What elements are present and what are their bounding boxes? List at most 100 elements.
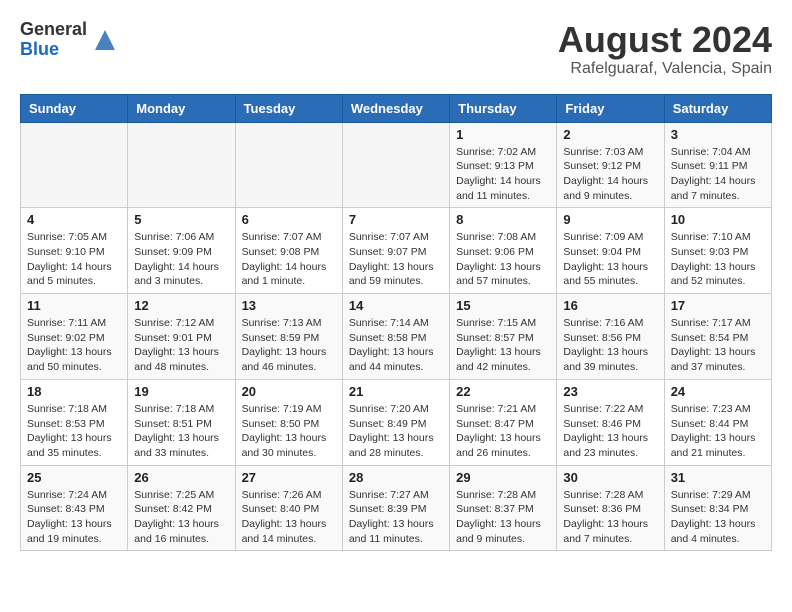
day-number: 8 [456, 212, 550, 227]
day-info: Sunrise: 7:15 AM Sunset: 8:57 PM Dayligh… [456, 316, 550, 375]
day-number: 3 [671, 127, 765, 142]
day-info: Sunrise: 7:26 AM Sunset: 8:40 PM Dayligh… [242, 488, 336, 547]
column-header-friday: Friday [557, 94, 664, 122]
calendar-header-row: SundayMondayTuesdayWednesdayThursdayFrid… [21, 94, 772, 122]
calendar-cell: 15 Sunrise: 7:15 AM Sunset: 8:57 PM Dayli… [450, 294, 557, 380]
calendar-week-row: 1 Sunrise: 7:02 AM Sunset: 9:13 PM Daylig… [21, 122, 772, 208]
calendar-cell: 22 Sunrise: 7:21 AM Sunset: 8:47 PM Dayli… [450, 379, 557, 465]
day-info: Sunrise: 7:09 AM Sunset: 9:04 PM Dayligh… [563, 230, 657, 289]
day-number: 1 [456, 127, 550, 142]
day-info: Sunrise: 7:18 AM Sunset: 8:53 PM Dayligh… [27, 402, 121, 461]
day-number: 11 [27, 298, 121, 313]
calendar-cell: 21Sunrise: 7:20 AM Sunset: 8:49 PM Dayli… [342, 379, 449, 465]
day-number: 12 [134, 298, 228, 313]
day-number: 5 [134, 212, 228, 227]
column-header-saturday: Saturday [664, 94, 771, 122]
day-number: 26 [134, 470, 228, 485]
day-number: 14 [349, 298, 443, 313]
day-number: 23 [563, 384, 657, 399]
calendar-cell: 7Sunrise: 7:07 AM Sunset: 9:07 PM Daylig… [342, 208, 449, 294]
calendar-cell: 9Sunrise: 7:09 AM Sunset: 9:04 PM Daylig… [557, 208, 664, 294]
day-number: 29 [456, 470, 550, 485]
day-number: 4 [27, 212, 121, 227]
day-info: Sunrise: 7:24 AM Sunset: 8:43 PM Dayligh… [27, 488, 121, 547]
month-year-title: August 2024 [558, 20, 772, 60]
day-info: Sunrise: 7:07 AM Sunset: 9:08 PM Dayligh… [242, 230, 336, 289]
calendar-cell: 23 Sunrise: 7:22 AM Sunset: 8:46 PM Dayli… [557, 379, 664, 465]
column-header-sunday: Sunday [21, 94, 128, 122]
day-number: 10 [671, 212, 765, 227]
column-header-wednesday: Wednesday [342, 94, 449, 122]
calendar-cell: 4 Sunrise: 7:05 AM Sunset: 9:10 PM Daylig… [21, 208, 128, 294]
calendar-table: SundayMondayTuesdayWednesdayThursdayFrid… [20, 94, 772, 552]
calendar-cell: 11 Sunrise: 7:11 AM Sunset: 9:02 PM Dayli… [21, 294, 128, 380]
day-info: Sunrise: 7:14 AM Sunset: 8:58 PM Dayligh… [349, 316, 443, 375]
calendar-cell: 30 Sunrise: 7:28 AM Sunset: 8:36 PM Dayli… [557, 465, 664, 551]
day-info: Sunrise: 7:22 AM Sunset: 8:46 PM Dayligh… [563, 402, 657, 461]
day-info: Sunrise: 7:07 AM Sunset: 9:07 PM Dayligh… [349, 230, 443, 289]
calendar-cell: 12 Sunrise: 7:12 AM Sunset: 9:01 PM Dayli… [128, 294, 235, 380]
calendar-cell: 13Sunrise: 7:13 AM Sunset: 8:59 PM Dayli… [235, 294, 342, 380]
day-info: Sunrise: 7:11 AM Sunset: 9:02 PM Dayligh… [27, 316, 121, 375]
day-info: Sunrise: 7:28 AM Sunset: 8:37 PM Dayligh… [456, 488, 550, 547]
calendar-cell [342, 122, 449, 208]
day-info: Sunrise: 7:17 AM Sunset: 8:54 PM Dayligh… [671, 316, 765, 375]
day-number: 20 [242, 384, 336, 399]
calendar-cell: 18Sunrise: 7:18 AM Sunset: 8:53 PM Dayli… [21, 379, 128, 465]
calendar-cell: 26 Sunrise: 7:25 AM Sunset: 8:42 PM Dayli… [128, 465, 235, 551]
calendar-cell: 28Sunrise: 7:27 AM Sunset: 8:39 PM Dayli… [342, 465, 449, 551]
calendar-cell: 14 Sunrise: 7:14 AM Sunset: 8:58 PM Dayli… [342, 294, 449, 380]
calendar-cell: 27 Sunrise: 7:26 AM Sunset: 8:40 PM Dayli… [235, 465, 342, 551]
column-header-monday: Monday [128, 94, 235, 122]
calendar-cell: 25Sunrise: 7:24 AM Sunset: 8:43 PM Dayli… [21, 465, 128, 551]
day-number: 22 [456, 384, 550, 399]
day-info: Sunrise: 7:25 AM Sunset: 8:42 PM Dayligh… [134, 488, 228, 547]
day-info: Sunrise: 7:27 AM Sunset: 8:39 PM Dayligh… [349, 488, 443, 547]
day-info: Sunrise: 7:04 AM Sunset: 9:11 PM Dayligh… [671, 145, 765, 204]
calendar-week-row: 4 Sunrise: 7:05 AM Sunset: 9:10 PM Daylig… [21, 208, 772, 294]
day-number: 15 [456, 298, 550, 313]
calendar-cell: 31Sunrise: 7:29 AM Sunset: 8:34 PM Dayli… [664, 465, 771, 551]
day-info: Sunrise: 7:10 AM Sunset: 9:03 PM Dayligh… [671, 230, 765, 289]
calendar-cell: 3 Sunrise: 7:04 AM Sunset: 9:11 PM Daylig… [664, 122, 771, 208]
calendar-cell: 16 Sunrise: 7:16 AM Sunset: 8:56 PM Dayli… [557, 294, 664, 380]
day-info: Sunrise: 7:02 AM Sunset: 9:13 PM Dayligh… [456, 145, 550, 204]
calendar-cell: 20 Sunrise: 7:19 AM Sunset: 8:50 PM Dayli… [235, 379, 342, 465]
calendar-cell: 8Sunrise: 7:08 AM Sunset: 9:06 PM Daylig… [450, 208, 557, 294]
location-subtitle: Rafelguaraf, Valencia, Spain [558, 60, 772, 78]
day-info: Sunrise: 7:29 AM Sunset: 8:34 PM Dayligh… [671, 488, 765, 547]
day-number: 17 [671, 298, 765, 313]
calendar-cell: 2 Sunrise: 7:03 AM Sunset: 9:12 PM Daylig… [557, 122, 664, 208]
calendar-week-row: 25Sunrise: 7:24 AM Sunset: 8:43 PM Dayli… [21, 465, 772, 551]
logo: General Blue [20, 20, 119, 60]
calendar-cell: 1 Sunrise: 7:02 AM Sunset: 9:13 PM Daylig… [450, 122, 557, 208]
calendar-cell: 17 Sunrise: 7:17 AM Sunset: 8:54 PM Dayli… [664, 294, 771, 380]
calendar-cell: 5Sunrise: 7:06 AM Sunset: 9:09 PM Daylig… [128, 208, 235, 294]
day-info: Sunrise: 7:28 AM Sunset: 8:36 PM Dayligh… [563, 488, 657, 547]
logo-blue: Blue [20, 40, 87, 60]
calendar-cell [235, 122, 342, 208]
calendar-cell: 29 Sunrise: 7:28 AM Sunset: 8:37 PM Dayli… [450, 465, 557, 551]
day-number: 2 [563, 127, 657, 142]
calendar-cell: 24Sunrise: 7:23 AM Sunset: 8:44 PM Dayli… [664, 379, 771, 465]
calendar-week-row: 18Sunrise: 7:18 AM Sunset: 8:53 PM Dayli… [21, 379, 772, 465]
logo-icon [91, 26, 119, 54]
day-number: 13 [242, 298, 336, 313]
day-info: Sunrise: 7:18 AM Sunset: 8:51 PM Dayligh… [134, 402, 228, 461]
calendar-week-row: 11 Sunrise: 7:11 AM Sunset: 9:02 PM Dayli… [21, 294, 772, 380]
day-info: Sunrise: 7:03 AM Sunset: 9:12 PM Dayligh… [563, 145, 657, 204]
day-info: Sunrise: 7:23 AM Sunset: 8:44 PM Dayligh… [671, 402, 765, 461]
calendar-cell [128, 122, 235, 208]
page-header: General Blue August 2024 Rafelguaraf, Va… [20, 20, 772, 78]
day-info: Sunrise: 7:12 AM Sunset: 9:01 PM Dayligh… [134, 316, 228, 375]
day-number: 21 [349, 384, 443, 399]
day-number: 30 [563, 470, 657, 485]
day-number: 6 [242, 212, 336, 227]
calendar-cell: 19Sunrise: 7:18 AM Sunset: 8:51 PM Dayli… [128, 379, 235, 465]
day-info: Sunrise: 7:19 AM Sunset: 8:50 PM Dayligh… [242, 402, 336, 461]
day-info: Sunrise: 7:05 AM Sunset: 9:10 PM Dayligh… [27, 230, 121, 289]
day-number: 16 [563, 298, 657, 313]
day-info: Sunrise: 7:21 AM Sunset: 8:47 PM Dayligh… [456, 402, 550, 461]
day-info: Sunrise: 7:16 AM Sunset: 8:56 PM Dayligh… [563, 316, 657, 375]
day-number: 27 [242, 470, 336, 485]
